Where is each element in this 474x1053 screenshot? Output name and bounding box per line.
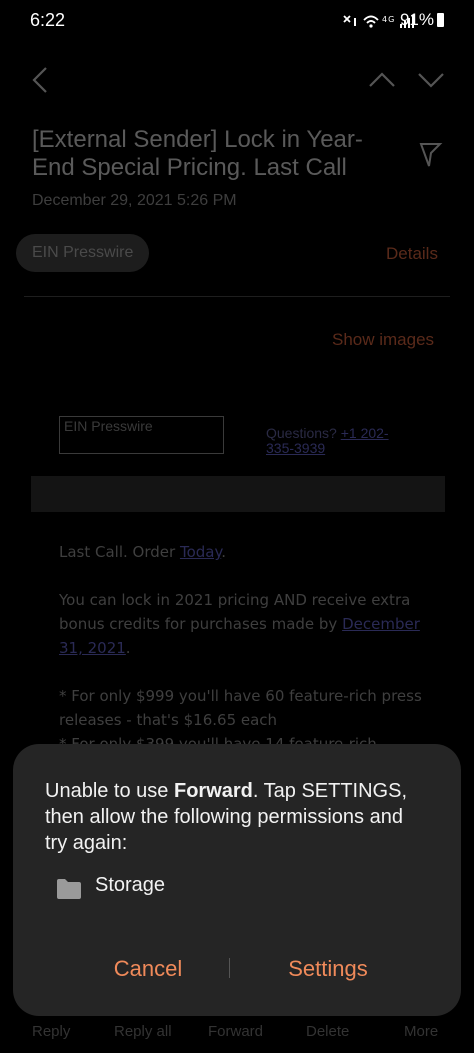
clock: 6:22 bbox=[30, 10, 66, 30]
questions-label: Questions? bbox=[266, 425, 337, 441]
dialog-feature-name: Forward bbox=[173, 780, 253, 802]
network-type: 4G bbox=[382, 15, 395, 24]
permission-storage-label: Storage bbox=[95, 874, 166, 896]
divider bbox=[24, 296, 450, 297]
permission-dialog: Unable to use Forward. Tap SETTINGS, the… bbox=[13, 744, 461, 1016]
email-date: December 29, 2021 5:26 PM bbox=[32, 192, 237, 209]
chevron-down-icon[interactable] bbox=[417, 66, 445, 99]
email-paragraph: You can lock in 2021 pricing AND receive… bbox=[59, 588, 439, 660]
show-images-button[interactable]: Show images bbox=[332, 330, 434, 350]
details-link[interactable]: Details bbox=[386, 244, 438, 264]
reply-button[interactable]: Reply bbox=[32, 1023, 70, 1040]
pricing-bullet: * For only $999 you'll have 60 feature-r… bbox=[59, 687, 422, 729]
paragraph-punctuation: . bbox=[221, 543, 226, 561]
delete-button[interactable]: Delete bbox=[306, 1023, 349, 1040]
bottom-action-bar: Reply Reply all Forward Delete More bbox=[0, 1015, 474, 1053]
email-banner-bar bbox=[31, 476, 445, 512]
battery-icon bbox=[437, 13, 444, 27]
status-bar: 6:22 4G 91% bbox=[0, 0, 474, 42]
logo-alt-text: EIN Presswire bbox=[64, 418, 153, 434]
sender-chip[interactable]: EIN Presswire bbox=[16, 234, 150, 272]
button-divider bbox=[229, 958, 230, 978]
email-subject: [External Sender] Lock in Year-End Speci… bbox=[32, 126, 363, 181]
order-today-link[interactable]: Today bbox=[180, 543, 221, 561]
settings-button[interactable]: Settings bbox=[253, 956, 403, 982]
dialog-message-prefix: Unable to use bbox=[45, 780, 174, 802]
back-icon[interactable] bbox=[30, 66, 52, 99]
battery-level: 91% bbox=[399, 10, 434, 29]
forward-button[interactable]: Forward bbox=[208, 1023, 263, 1040]
questions-contact: Questions? +1 202-335-3939 bbox=[266, 426, 416, 456]
folder-icon bbox=[56, 878, 82, 905]
email-paragraph: Last Call. Order Today. bbox=[59, 540, 439, 564]
chevron-up-icon[interactable] bbox=[368, 66, 396, 99]
more-button[interactable]: More bbox=[404, 1023, 438, 1040]
flag-icon[interactable] bbox=[418, 140, 444, 173]
paragraph-punctuation: . bbox=[125, 639, 131, 657]
dialog-message: Unable to use Forward. Tap SETTINGS, the… bbox=[45, 778, 425, 856]
cancel-button[interactable]: Cancel bbox=[73, 956, 223, 982]
paragraph-text: Last Call. Order bbox=[59, 543, 180, 561]
reply-all-button[interactable]: Reply all bbox=[114, 1023, 172, 1040]
